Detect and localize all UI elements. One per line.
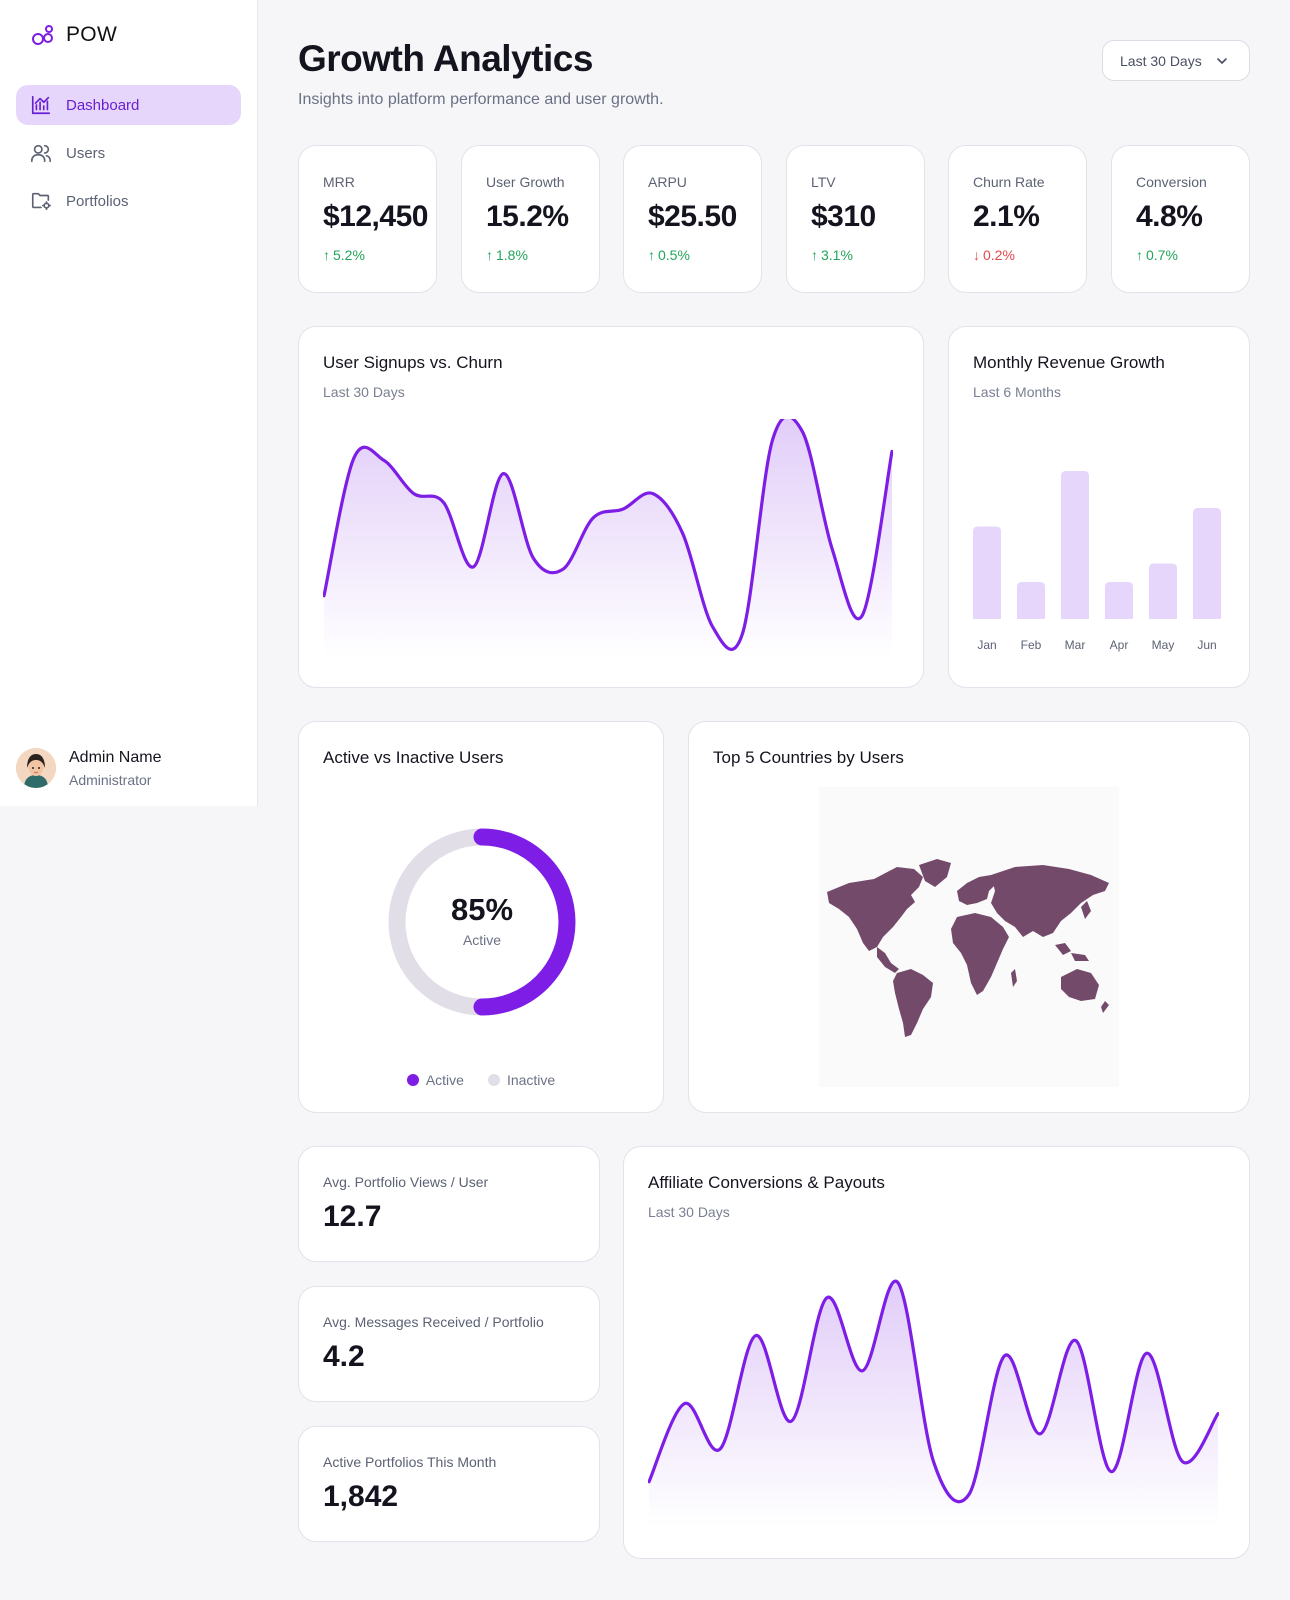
- kpi-label: Conversion: [1136, 174, 1207, 190]
- kpi-card-mrr: MRR $12,450 ↑ 5.2%: [298, 145, 437, 293]
- signups-churn-chart: [323, 419, 893, 659]
- date-range-value: Last 30 Days: [1120, 52, 1202, 69]
- page-title: Growth Analytics: [298, 38, 593, 79]
- bar-feb: [1017, 582, 1045, 619]
- bar-jun: [1193, 508, 1221, 619]
- kpi-card-user-growth: User Growth 15.2% ↑ 1.8%: [461, 145, 600, 293]
- card-title: Active vs Inactive Users: [323, 748, 504, 767]
- arrow-down-icon: ↓: [973, 247, 980, 263]
- chevron-down-icon: [1216, 57, 1227, 64]
- folder-settings-icon: [31, 192, 51, 211]
- revenue-bar-chart: Jan Feb Mar Apr May Jun: [973, 471, 1221, 652]
- tick-label: Feb: [1021, 638, 1042, 652]
- kpi-delta: ↑ 0.5%: [648, 247, 690, 263]
- donut-center-label: Active: [462, 932, 502, 948]
- arrow-up-icon: ↑: [323, 247, 330, 263]
- kpi-card-ltv: LTV $310 ↑ 3.1%: [786, 145, 925, 293]
- logo-icon: [32, 25, 53, 45]
- revenue-growth-card: Monthly Revenue Growth Last 6 Months Jan…: [948, 326, 1250, 688]
- stat-label: Active Portfolios This Month: [323, 1454, 497, 1470]
- kpi-value: 4.8%: [1136, 200, 1203, 233]
- signups-churn-card: User Signups vs. Churn Last 30 Days: [298, 326, 924, 688]
- card-title: User Signups vs. Churn: [323, 353, 503, 372]
- arrow-up-icon: ↑: [1136, 247, 1143, 263]
- sidebar-item-dashboard[interactable]: Dashboard: [16, 85, 241, 125]
- card-subtitle: Last 30 Days: [323, 384, 405, 400]
- kpi-label: User Growth: [486, 174, 565, 190]
- brand[interactable]: POW: [30, 22, 117, 48]
- stat-value: 1,842: [323, 1480, 399, 1513]
- kpi-delta: ↑ 1.8%: [486, 247, 528, 263]
- kpi-value: $12,450: [323, 200, 428, 233]
- stat-card-messages-received: Avg. Messages Received / Portfolio 4.2: [298, 1286, 600, 1402]
- area-fill: [324, 419, 892, 659]
- bar-jan: [973, 526, 1001, 619]
- kpi-card-churn-rate: Churn Rate 2.1% ↓ 0.2%: [948, 145, 1087, 293]
- tick-label: Apr: [1110, 638, 1129, 652]
- bar-mar: [1061, 471, 1089, 619]
- stat-card-active-portfolios: Active Portfolios This Month 1,842: [298, 1426, 600, 1542]
- card-title: Affiliate Conversions & Payouts: [648, 1173, 885, 1192]
- kpi-delta: ↑ 5.2%: [323, 247, 365, 263]
- stat-label: Avg. Portfolio Views / User: [323, 1174, 489, 1190]
- tick-label: Jun: [1197, 638, 1216, 652]
- sidebar: POW Dashboard Users Portfolios Admin Nam…: [0, 0, 258, 806]
- date-range-select[interactable]: Last 30 Days: [1102, 40, 1250, 81]
- kpi-value: $25.50: [648, 200, 737, 233]
- sidebar-nav: Dashboard Users Portfolios: [16, 85, 241, 229]
- legend-item-inactive: Inactive: [487, 1072, 555, 1088]
- kpi-delta: ↑ 3.1%: [811, 247, 853, 263]
- stat-value: 4.2: [323, 1340, 365, 1373]
- kpi-value: 15.2%: [486, 200, 569, 233]
- kpi-card-arpu: ARPU $25.50 ↑ 0.5%: [623, 145, 762, 293]
- profile-name: Admin Name: [69, 748, 162, 766]
- donut-percent: 85%: [450, 892, 514, 927]
- stat-card-portfolio-views: Avg. Portfolio Views / User 12.7: [298, 1146, 600, 1262]
- kpi-label: LTV: [811, 174, 836, 190]
- world-map: [819, 787, 1119, 1087]
- affiliate-chart: [648, 1279, 1219, 1527]
- arrow-up-icon: ↑: [486, 247, 493, 263]
- kpi-card-conversion: Conversion 4.8% ↑ 0.7%: [1111, 145, 1250, 293]
- sidebar-item-label: Portfolios: [66, 192, 129, 210]
- stat-label: Avg. Messages Received / Portfolio: [323, 1314, 544, 1330]
- user-profile[interactable]: Admin Name Administrator: [16, 748, 161, 788]
- kpi-delta: ↓ 0.2%: [973, 247, 1015, 263]
- bar-apr: [1105, 582, 1133, 619]
- users-icon: [31, 144, 51, 163]
- kpi-label: Churn Rate: [973, 174, 1045, 190]
- card-subtitle: Last 6 Months: [973, 384, 1061, 400]
- legend-item-active: Active: [406, 1072, 464, 1088]
- card-title: Top 5 Countries by Users: [713, 748, 904, 767]
- kpi-value: 2.1%: [973, 200, 1040, 233]
- kpi-value: $310: [811, 200, 876, 233]
- tick-label: Mar: [1065, 638, 1086, 652]
- sidebar-item-label: Users: [66, 144, 106, 162]
- top-countries-card: Top 5 Countries by Users: [688, 721, 1250, 1113]
- card-title: Monthly Revenue Growth: [973, 353, 1165, 372]
- stat-value: 12.7: [323, 1200, 382, 1233]
- active-users-card: Active vs Inactive Users 85% Active Acti…: [298, 721, 664, 1113]
- chart-line-icon: [31, 95, 51, 115]
- card-subtitle: Last 30 Days: [648, 1204, 730, 1220]
- kpi-label: ARPU: [648, 174, 687, 190]
- donut-legend: Active Inactive: [299, 1072, 663, 1088]
- sidebar-item-users[interactable]: Users: [16, 133, 241, 173]
- sidebar-item-label: Dashboard: [66, 96, 140, 114]
- bar-may: [1149, 563, 1177, 619]
- tick-label: Jan: [977, 638, 996, 652]
- avatar: [16, 748, 56, 788]
- arrow-up-icon: ↑: [811, 247, 818, 263]
- brand-name: POW: [66, 23, 118, 46]
- kpi-delta: ↑ 0.7%: [1136, 247, 1178, 263]
- sidebar-item-portfolios[interactable]: Portfolios: [16, 181, 241, 221]
- affiliate-card: Affiliate Conversions & Payouts Last 30 …: [623, 1146, 1250, 1559]
- kpi-label: MRR: [323, 174, 355, 190]
- profile-role: Administrator: [69, 771, 152, 788]
- tick-label: May: [1152, 638, 1175, 652]
- arrow-up-icon: ↑: [648, 247, 655, 263]
- page-subtitle: Insights into platform performance and u…: [298, 91, 664, 108]
